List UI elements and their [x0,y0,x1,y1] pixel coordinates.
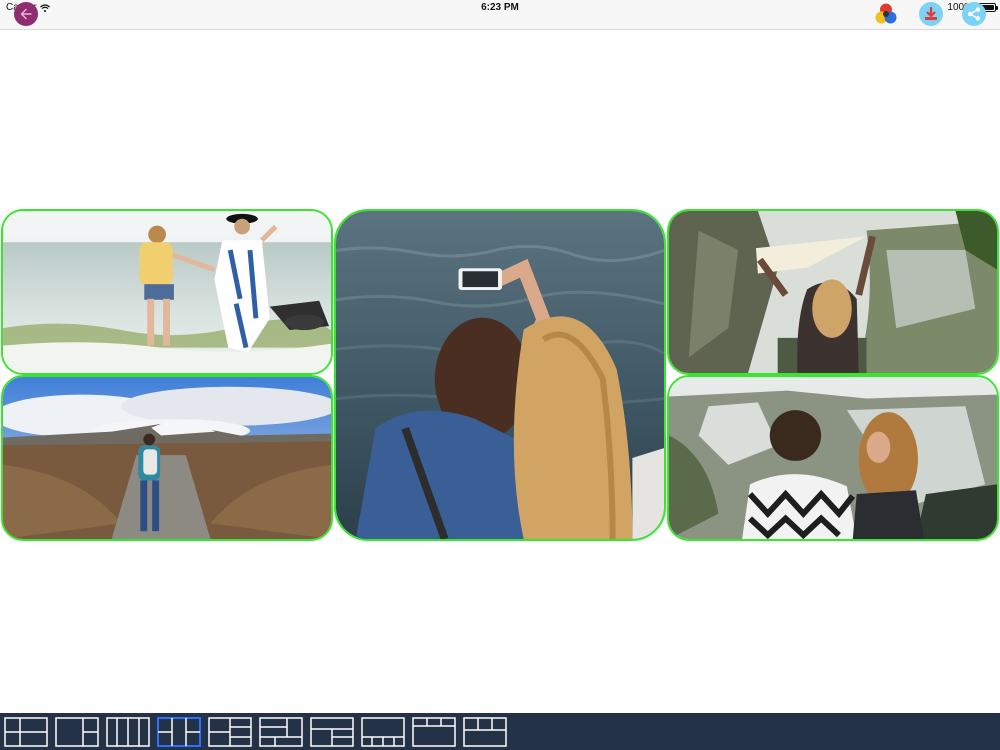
layout-option-9[interactable] [412,716,456,747]
photo-sea-selfie [336,211,664,539]
layout-columns-icon [106,716,150,747]
layout-option-8[interactable] [361,716,405,747]
layout-option-2[interactable] [55,716,99,747]
download-button[interactable] [919,2,943,26]
collage-cell-5[interactable] [667,375,999,541]
layout-offset-blocks-icon [259,716,303,747]
photo-hiker-mountain [3,377,331,539]
download-icon [925,7,937,20]
collage-cell-1[interactable] [1,209,333,375]
photo-beach-women [3,211,331,373]
layout-option-3[interactable] [106,716,150,747]
layout-top-strip-icon [412,716,456,747]
collage-cell-2[interactable] [1,375,333,541]
colors-button[interactable] [874,2,898,26]
back-button[interactable] [14,2,38,26]
layout-selector-bar [0,713,1000,750]
photo-quarry-couple [669,377,997,539]
layout-option-6[interactable] [259,716,303,747]
layout-right-rows-icon [208,716,252,747]
layout-top-split-icon [463,716,507,747]
layout-left-big-icon [55,716,99,747]
layout-option-4-selected[interactable] [157,716,201,747]
layout-bottom-strip-icon [361,716,405,747]
layout-side-split-center-icon [157,716,201,747]
collage-cell-4[interactable] [667,209,999,375]
layout-option-1[interactable] [4,716,48,747]
layout-option-7[interactable] [310,716,354,747]
top-bar: Carrier 6:23 PM 100% [0,0,1000,30]
photo-canyon-flag [669,211,997,373]
status-time: 6:23 PM [481,2,519,13]
layout-option-10[interactable] [463,716,507,747]
color-circles-icon [875,3,897,24]
collage-cell-3[interactable] [334,209,666,541]
layout-option-5[interactable] [208,716,252,747]
photo-collage [0,208,1000,542]
layout-2x2-grid-icon [4,716,48,747]
layout-top-wide-icon [310,716,354,747]
share-icon [967,7,981,21]
arrow-left-icon [20,8,32,20]
share-button[interactable] [962,2,986,26]
